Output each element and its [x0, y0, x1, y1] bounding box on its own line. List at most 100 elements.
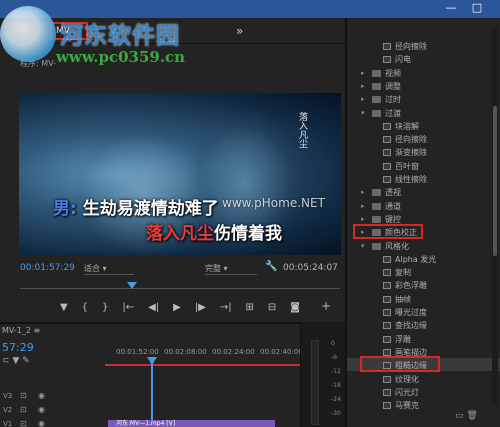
effect-icon [383, 335, 391, 343]
watermark-logo-icon [0, 6, 56, 62]
effect-icon [383, 56, 391, 64]
chevron-down-icon[interactable]: ▾ [361, 107, 365, 120]
effects-item[interactable]: 彩色浮雕 [347, 279, 500, 292]
track-header-v2[interactable]: V2 ⊡ ◉ [0, 404, 105, 418]
step-back-button[interactable]: ◀| [148, 302, 159, 313]
video-vertical-caption: 落入凡尘 [297, 112, 307, 148]
effect-icon [383, 322, 391, 330]
effects-item[interactable]: 径向擦除 [347, 40, 500, 53]
lift-button[interactable]: ⊞ [246, 302, 254, 313]
toggle-sync-icon[interactable]: ⊡ [20, 405, 27, 414]
effects-item-label: 浮雕 [395, 334, 411, 344]
timeline-tools[interactable]: ⊂ ▼ ✎ [2, 356, 30, 366]
track-header-v1[interactable]: V1 ⊡ ◉ [0, 418, 105, 427]
timeline-clip[interactable]: 河东 MV—1.mp4 [V] [108, 420, 275, 427]
chevron-down-icon[interactable]: ▾ [361, 240, 365, 253]
effects-item[interactable]: 百叶窗 [347, 160, 500, 173]
effects-item[interactable]: 块溶解 [347, 120, 500, 133]
timeline-playhead-line [151, 357, 153, 427]
resolution-select[interactable]: 完整 ▾ [205, 263, 257, 275]
more-tabs-button[interactable]: » [236, 24, 243, 38]
effects-item[interactable]: 径向擦除 [347, 133, 500, 146]
chevron-right-icon[interactable]: ▸ [361, 93, 365, 106]
watermark-url: www.pc0359.cn [56, 48, 186, 66]
toggle-visibility-icon[interactable]: ◉ [38, 419, 45, 427]
mark-in-button[interactable]: { [82, 302, 88, 313]
effects-item-label: 曝光过度 [395, 308, 427, 317]
track-header-v3[interactable]: V3 ⊡ ◉ [0, 390, 105, 404]
effects-folder[interactable]: ▸ 透视 [347, 186, 500, 199]
mark-out-button[interactable]: } [102, 302, 108, 313]
effects-folder[interactable]: ▸ 通道 [347, 200, 500, 213]
lyric-line-2: 落入凡尘伤情着我 [146, 219, 282, 244]
folder-icon [372, 215, 381, 223]
effects-folder-label: 过时 [385, 95, 401, 105]
go-to-in-button[interactable]: |← [122, 302, 134, 313]
watermark-title: 河东软件园 [60, 22, 180, 49]
effects-item[interactable]: 复制 [347, 266, 500, 279]
effects-folder[interactable]: ▾ 风格化 [347, 240, 500, 253]
audio-meter: 0 -6 -12 -18 -24 -30 [300, 322, 345, 427]
chevron-right-icon[interactable]: ▸ [361, 67, 365, 80]
effects-folder-label: 透视 [385, 188, 401, 198]
effects-folder[interactable]: ▸ 视频 [347, 67, 500, 80]
effects-folder[interactable]: ▾ 过渡 [347, 107, 500, 120]
go-to-out-button[interactable]: →| [220, 302, 232, 313]
effects-item[interactable]: 闪电 [347, 53, 500, 66]
timeline-sequence-tab[interactable]: MV-1_2 ≡ [2, 326, 40, 335]
meter-label: -12 [331, 368, 341, 375]
effects-item-label: 线性擦除 [395, 175, 427, 184]
toggle-visibility-icon[interactable]: ◉ [38, 405, 45, 414]
settings-wrench-icon[interactable]: 🔧 [265, 261, 277, 272]
effects-folder[interactable]: ▸ 调整 [347, 80, 500, 93]
lyric-highlight: 落入凡尘 [146, 224, 214, 244]
chevron-right-icon[interactable]: ▸ [361, 186, 365, 199]
meter-label: -24 [331, 396, 341, 403]
toggle-visibility-icon[interactable]: ◉ [38, 391, 45, 400]
effects-item[interactable]: 渐变擦除 [347, 146, 500, 159]
marker-button[interactable]: ▼ [60, 302, 68, 313]
toggle-sync-icon[interactable]: ⊡ [20, 419, 27, 427]
work-area-bar[interactable] [105, 364, 300, 366]
toggle-sync-icon[interactable]: ⊡ [20, 391, 27, 400]
effects-item[interactable]: 纹理化 [347, 373, 500, 386]
meter-label: 0 [331, 340, 335, 347]
effects-scrollbar[interactable] [492, 26, 498, 406]
effects-folder-label: 视频 [385, 68, 401, 78]
effects-item[interactable]: 查找边缘 [347, 319, 500, 332]
effects-item[interactable]: 抽帧 [347, 293, 500, 306]
scrubber-playhead-icon[interactable] [127, 282, 137, 289]
monitor-scrubber[interactable] [20, 282, 340, 294]
minimize-button[interactable]: — [440, 0, 462, 18]
add-button-customize[interactable]: + [321, 299, 331, 313]
effects-item[interactable]: 曝光过度 [347, 306, 500, 319]
effects-folder[interactable]: ▸ 过时 [347, 93, 500, 106]
effects-item-label: 径向擦除 [395, 135, 427, 145]
export-frame-button[interactable]: ◙ [290, 302, 300, 313]
ruler-label: 00:01:52:00 [116, 348, 159, 356]
folder-icon [372, 202, 381, 210]
chevron-right-icon[interactable]: ▸ [361, 80, 365, 93]
ruler-label: 00:02:24:00 [212, 348, 255, 356]
lyric-line-1: 男: 生劫易渡情劫难了 [53, 194, 219, 219]
effects-bottom-icons[interactable]: ▭ 🗑 [455, 411, 478, 421]
timeline-timecode[interactable]: 57:29 [2, 341, 34, 354]
maximize-button[interactable]: □ [466, 0, 488, 18]
effects-item[interactable]: Alpha 发光 [347, 253, 500, 266]
meter-label: -18 [331, 382, 341, 389]
play-button[interactable]: ▶ [173, 302, 181, 313]
effects-item-label: 彩色浮雕 [395, 281, 427, 291]
chevron-right-icon[interactable]: ▸ [361, 200, 365, 213]
effect-icon [383, 149, 391, 157]
effect-icon [383, 269, 391, 277]
effects-item[interactable]: 线性擦除 [347, 173, 500, 186]
folder-icon [372, 69, 381, 77]
effects-item[interactable]: 浮雕 [347, 333, 500, 346]
lyric-line-1-text: 生劫易渡情劫难了 [82, 199, 219, 219]
zoom-fit-select[interactable]: 适合 ▾ [84, 263, 134, 275]
step-forward-button[interactable]: |▶ [195, 302, 206, 313]
extract-button[interactable]: ⊟ [268, 302, 276, 313]
folder-icon [372, 109, 381, 117]
playhead-timecode[interactable]: 00:01:57:29 [20, 263, 75, 273]
effects-item[interactable]: 闪光灯 [347, 386, 500, 399]
